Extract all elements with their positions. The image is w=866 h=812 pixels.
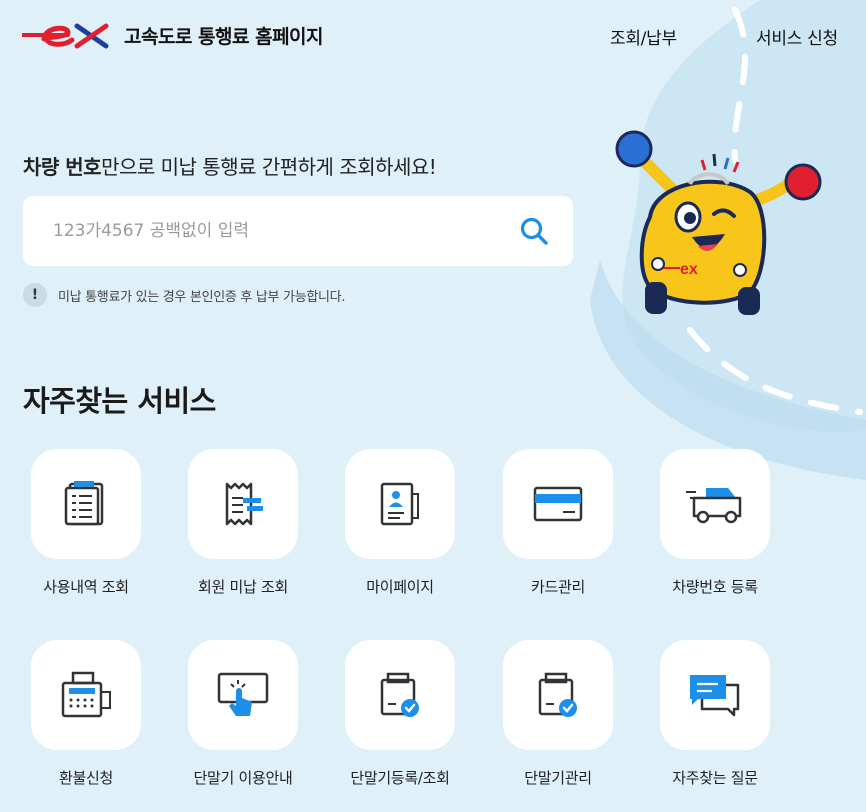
service-label: 단말기 이용안내 [193,769,293,787]
ex-logo-icon [22,23,109,49]
site-title: 고속도로 통행료 홈페이지 [124,25,324,48]
service-label: 환불신청 [58,769,113,787]
device-check-icon [538,672,577,717]
service-faq[interactable]: 자주찾는 질문 [645,640,785,788]
receipt-icon [225,482,263,526]
service-tile[interactable] [31,449,141,559]
service-tile[interactable] [188,640,298,750]
service-tile[interactable] [660,449,770,559]
service-usage-history[interactable]: 사용내역 조회 [16,449,156,597]
service-label: 단말기등록/조회 [350,769,450,787]
service-device-management[interactable]: 단말기관리 [488,640,628,788]
service-label: 사용내역 조회 [43,578,129,596]
search-icon[interactable] [519,216,549,246]
svg-text:ex: ex [680,261,698,278]
service-device-register[interactable]: 단말기등록/조회 [330,640,470,788]
service-refund[interactable]: 환불신청 [16,640,156,788]
chat-bubbles-icon [690,675,740,717]
cash-register-icon [61,671,111,718]
service-label: 마이페이지 [366,578,434,596]
nav-service-application[interactable]: 서비스 신청 [756,24,838,49]
payment-notice: ! 미납 통행료가 있는 경우 본인인증 후 납부 가능합니다. [23,283,345,307]
mascot-car-icon: ex [615,130,822,315]
plate-search-box [23,196,573,266]
frequent-services-title: 자주찾는 서비스 [23,384,216,418]
exclamation-icon: ! [23,283,47,307]
service-label: 카드관리 [530,578,585,596]
notice-text: 미납 통행료가 있는 경우 본인인증 후 납부 가능합니다. [58,289,346,305]
header: 고속도로 통행료 홈페이지 조회/납부 서비스 신청 [0,0,866,70]
profile-card-icon [380,482,419,526]
service-tile[interactable] [31,640,141,750]
credit-card-icon [533,486,583,522]
service-label: 회원 미납 조회 [198,578,288,596]
service-label: 차량번호 등록 [672,578,758,596]
service-mypage[interactable]: 마이페이지 [330,449,470,597]
service-label: 단말기관리 [524,769,592,787]
touch-screen-icon [217,672,269,716]
service-tile[interactable] [345,640,455,750]
service-label: 자주찾는 질문 [672,769,758,787]
service-member-unpaid[interactable]: 회원 미납 조회 [173,449,313,597]
car-icon [686,488,742,524]
service-card-management[interactable]: 카드관리 [488,449,628,597]
service-tile[interactable] [503,449,613,559]
headline-bold: 차량 번호 [23,155,102,179]
hero-headline: 차량 번호만으로 미납 통행료 간편하게 조회하세요! [23,151,437,180]
service-tile[interactable] [503,640,613,750]
service-device-guide[interactable]: 단말기 이용안내 [173,640,313,788]
service-tile[interactable] [660,640,770,750]
device-check-icon [380,672,419,717]
nav-inquiry-payment[interactable]: 조회/납부 [610,24,677,49]
headline-rest: 만으로 미납 통행료 간편하게 조회하세요! [101,155,437,179]
home-logo-link[interactable]: 고속도로 통행료 홈페이지 [22,20,324,50]
service-plate-registration[interactable]: 차량번호 등록 [645,449,785,597]
document-list-icon [64,481,104,526]
service-tile[interactable] [188,449,298,559]
service-tile[interactable] [345,449,455,559]
plate-number-input[interactable] [53,221,513,241]
